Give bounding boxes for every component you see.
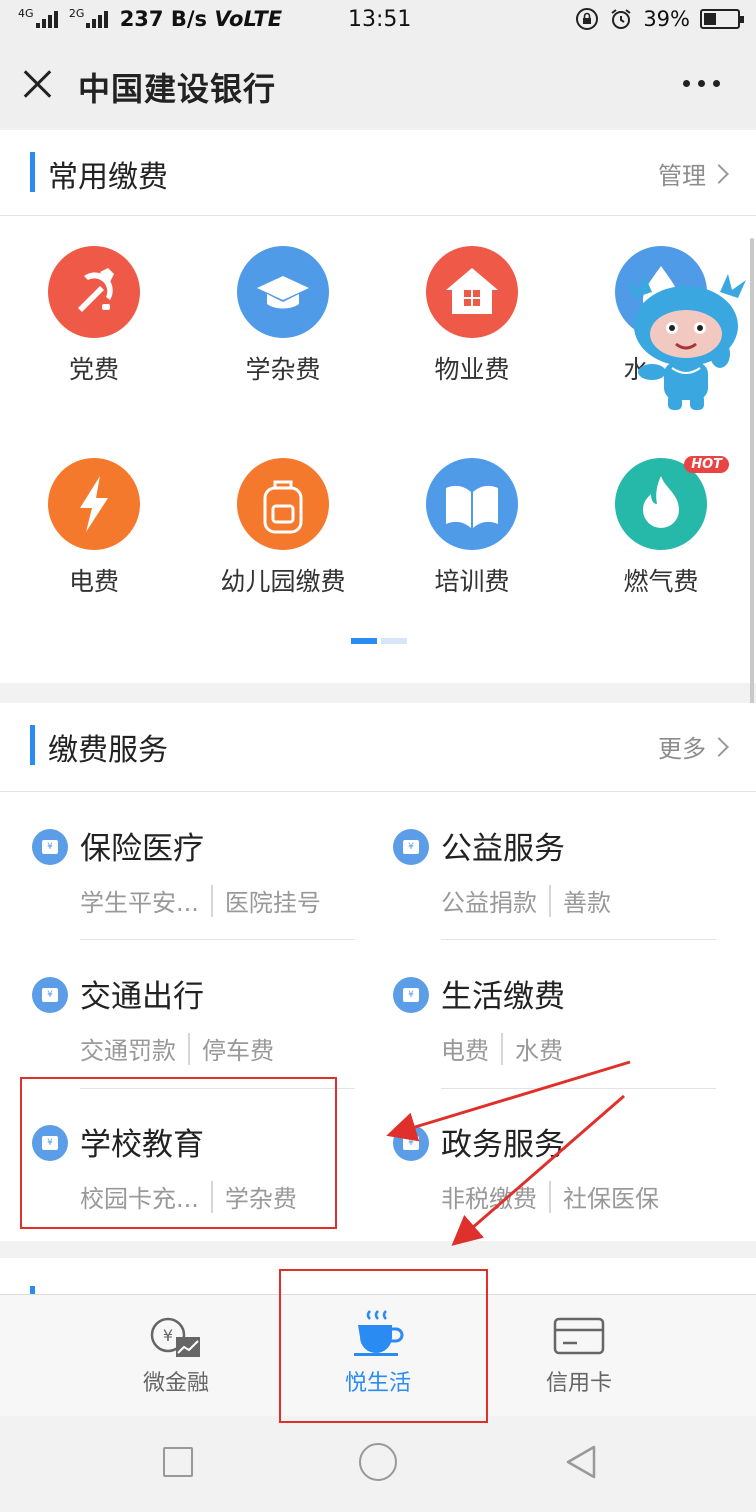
signal-icon (35, 10, 62, 28)
payment-icon: ¥ (393, 829, 429, 865)
status-right: 39% (575, 7, 744, 31)
alarm-icon (611, 9, 631, 29)
battery-fill (704, 13, 716, 25)
service-sub-link[interactable]: 非税缴费 (441, 1179, 537, 1214)
annotation-box-school-education (20, 1077, 337, 1229)
divider (441, 939, 716, 940)
tab-label: 微金融 (142, 1371, 209, 1396)
service-subs: 电费 水费 (441, 1031, 563, 1066)
more-button[interactable]: 更多 (658, 729, 729, 764)
service-name: 生活缴费 (441, 979, 565, 1015)
fee-item-label: 电费 (68, 567, 119, 596)
manage-label: 管理 (658, 162, 706, 190)
net-label-4g: 4G (18, 7, 34, 20)
more-label: 更多 (658, 735, 706, 763)
service-subs: 学生平安... 医院挂号 (80, 883, 321, 918)
tab-label: 信用卡 (545, 1371, 612, 1396)
common-fees-header: 常用缴费 管理 (0, 130, 756, 216)
annotation-box-life-tab (279, 1269, 488, 1423)
page-title: 中国建设银行 (78, 70, 277, 108)
payment-icon: ¥ (393, 977, 429, 1013)
fee-item-label: 物业费 (434, 355, 510, 384)
page-dot (381, 638, 407, 644)
recent-apps-icon[interactable] (163, 1447, 193, 1477)
book-icon (426, 458, 518, 550)
svg-text:¥: ¥ (163, 1326, 173, 1345)
signal-icon (86, 10, 112, 28)
status-bar: 4G 2G 237 B/s VoLTE 13:51 39% (0, 0, 756, 40)
fee-item-training[interactable]: 培训费 (382, 458, 562, 598)
service-sub-link[interactable]: 社保医保 (563, 1179, 659, 1214)
service-sub-link[interactable]: 学生平安... (80, 883, 199, 918)
service-subs: 交通罚款 停车费 (80, 1031, 274, 1066)
fee-item-gas[interactable]: HOT 燃气费 (571, 456, 751, 598)
service-subs: 非税缴费 社保医保 (441, 1179, 659, 1214)
close-icon[interactable] (22, 68, 54, 100)
common-fees-title: 常用缴费 (48, 160, 168, 195)
house-icon (426, 246, 518, 338)
screen: 4G 2G 237 B/s VoLTE 13:51 39% 中国建设银行 常用缴… (0, 0, 756, 1512)
service-sub-link[interactable]: 医院挂号 (225, 883, 321, 918)
divider (441, 1088, 716, 1089)
payment-services-title: 缴费服务 (48, 733, 168, 768)
battery-percent: 39% (643, 7, 690, 31)
fee-item-electricity[interactable]: 电费 (4, 458, 184, 598)
divider (80, 939, 355, 940)
credit-card-icon (553, 1317, 605, 1355)
fee-item-label: 党费 (68, 355, 119, 384)
backpack-icon (237, 458, 329, 550)
page-indicator (351, 638, 407, 644)
mascot-icon (626, 274, 746, 410)
payment-icon: ¥ (32, 829, 68, 865)
battery-icon (700, 9, 744, 29)
service-name: 保险医疗 (80, 831, 204, 867)
fee-item-label: 幼儿园缴费 (220, 567, 346, 596)
chevron-right-icon (709, 163, 729, 184)
home-icon[interactable] (359, 1443, 397, 1481)
more-dots-icon[interactable] (683, 80, 720, 87)
net-label-2g: 2G (68, 7, 85, 20)
hot-badge: HOT (684, 456, 729, 473)
lightning-icon (48, 458, 140, 550)
fee-item-party[interactable]: 党费 (4, 246, 184, 386)
network-indicator: 4G 2G 237 B/s VoLTE (18, 7, 282, 31)
fee-item-label: 培训费 (434, 567, 510, 596)
app-header: 中国建设银行 (0, 40, 756, 128)
service-name: 公益服务 (441, 831, 565, 867)
service-sub-link[interactable]: 公益捐款 (441, 883, 537, 918)
party-emblem-icon (48, 246, 140, 338)
system-nav-bar (0, 1416, 756, 1512)
graduation-cap-icon (237, 246, 329, 338)
service-sub-link[interactable]: 停车费 (202, 1031, 274, 1066)
flame-icon: HOT (615, 456, 729, 550)
fee-item-kindergarten[interactable]: 幼儿园缴费 (193, 458, 373, 598)
fee-item-tuition[interactable]: 学杂费 (193, 246, 373, 386)
service-sub-link[interactable]: 交通罚款 (80, 1031, 176, 1066)
service-sub-link[interactable]: 电费 (441, 1031, 489, 1066)
section-accent-bar (30, 725, 35, 765)
service-name: 交通出行 (80, 979, 204, 1015)
chevron-right-icon (709, 736, 729, 757)
network-speed: 237 B/s (119, 7, 208, 31)
back-icon[interactable] (564, 1444, 598, 1480)
fee-item-property[interactable]: 物业费 (382, 246, 562, 386)
payment-icon: ¥ (393, 1125, 429, 1161)
tab-micro-finance[interactable]: ¥ 微金融 (76, 1295, 276, 1417)
service-subs: 公益捐款 善款 (441, 883, 611, 918)
service-sub-link[interactable]: 善款 (563, 883, 611, 918)
lock-rotation-icon (576, 8, 599, 30)
service-sub-link[interactable]: 水费 (515, 1031, 563, 1066)
payment-icon: ¥ (32, 977, 68, 1013)
clock: 13:51 (348, 7, 412, 32)
fee-item-label: 燃气费 (623, 567, 699, 596)
coin-chart-icon: ¥ (150, 1317, 200, 1357)
page-dot-active (351, 638, 377, 644)
payment-services-header: 缴费服务 更多 (0, 703, 756, 792)
fee-item-label: 学杂费 (245, 355, 321, 384)
manage-button[interactable]: 管理 (658, 156, 729, 191)
service-name: 政务服务 (441, 1127, 565, 1163)
tab-credit-card[interactable]: 信用卡 (479, 1295, 679, 1417)
volte-label: VoLTE (214, 7, 283, 31)
section-accent-bar (30, 152, 35, 192)
